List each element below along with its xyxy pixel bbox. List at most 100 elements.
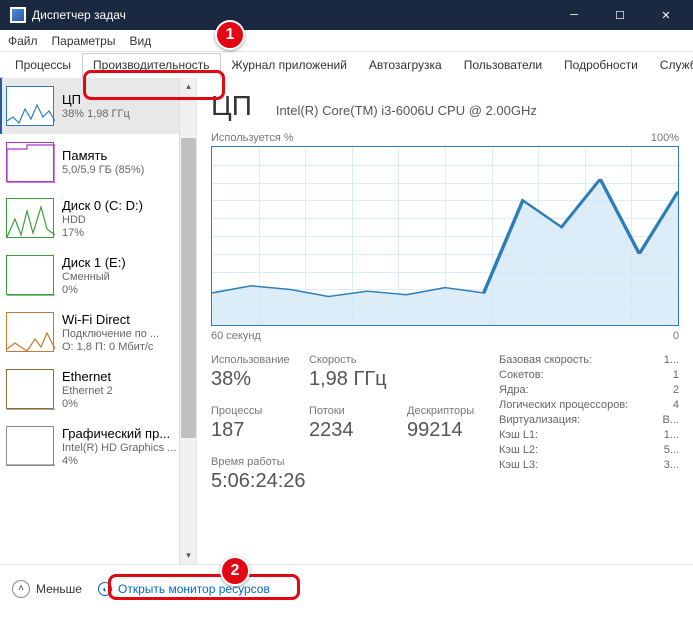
info-key: Логических процессоров: (499, 399, 628, 411)
sidebar-item-3[interactable]: Диск 1 (E:)Сменный0% (0, 247, 196, 304)
sidebar-item-sub2: 4% (62, 455, 176, 467)
open-resource-monitor-label: Открыть монитор ресурсов (118, 582, 270, 596)
cpu-model: Intel(R) Core(TM) i3-6006U CPU @ 2.00GHz (276, 103, 537, 118)
tab-details[interactable]: Подробности (553, 53, 649, 78)
sidebar-item-title: Память (62, 148, 144, 163)
stat-label: Процессы (211, 405, 291, 417)
sidebar-mini-chart (6, 198, 54, 238)
chart-label-right: 100% (651, 132, 679, 144)
info-key: Базовая скорость: (499, 354, 592, 366)
sidebar-item-sub: Сменный (62, 271, 126, 283)
info-value: 5... (664, 444, 679, 456)
sidebar-item-sub2: О: 1,8 П: 0 Мбит/с (62, 341, 159, 353)
stat-value: 99214 (407, 419, 487, 442)
sidebar-item-title: Диск 1 (E:) (62, 255, 126, 270)
sidebar-item-2[interactable]: Диск 0 (C: D:)HDD17% (0, 190, 196, 247)
scroll-thumb[interactable] (181, 138, 196, 438)
menubar: Файл Параметры Вид (0, 30, 693, 52)
sidebar: ЦП38% 1,98 ГГцПамять5,0/5,9 ГБ (85%)Диск… (0, 78, 197, 564)
annotation-badge-1: 1 (215, 20, 245, 50)
stat-label: Скорость (309, 354, 389, 366)
stat: Процессы 187 (211, 405, 291, 442)
info-value: 2 (673, 384, 679, 396)
sidebar-item-title: Wi-Fi Direct (62, 312, 159, 327)
maximize-button[interactable]: ☐ (597, 0, 643, 30)
tab-app-history[interactable]: Журнал приложений (221, 53, 358, 78)
sidebar-item-1[interactable]: Память5,0/5,9 ГБ (85%) (0, 134, 196, 190)
scroll-down-icon[interactable]: ▾ (181, 547, 196, 564)
info-key: Виртуализация: (499, 414, 580, 426)
sidebar-mini-chart (6, 86, 54, 126)
sidebar-item-6[interactable]: Графический пр...Intel(R) HD Graphics ..… (0, 418, 196, 475)
info-value: В... (662, 414, 679, 426)
tab-processes[interactable]: Процессы (4, 53, 82, 78)
stat: Использование38% (211, 354, 291, 391)
sidebar-mini-chart (6, 142, 54, 182)
sidebar-item-sub2: 0% (62, 398, 113, 410)
stat: Скорость 1,98 ГГц (309, 354, 389, 391)
sidebar-mini-chart (6, 369, 54, 409)
sidebar-mini-chart (6, 426, 54, 466)
info-row: Кэш L1: 1... (499, 429, 679, 441)
uptime-label: Время работы (211, 456, 487, 468)
sidebar-item-sub2: 17% (62, 227, 143, 239)
sidebar-scrollbar[interactable]: ▴ ▾ (179, 78, 196, 564)
fewer-details-label: Меньше (36, 582, 82, 596)
sidebar-item-title: ЦП (62, 92, 130, 107)
info-value: 1... (664, 429, 679, 441)
info-value: 1 (673, 369, 679, 381)
window-controls: ─ ☐ ✕ (551, 0, 689, 30)
stat-value: 187 (211, 419, 291, 442)
info-row: Виртуализация: В... (499, 414, 679, 426)
menu-options[interactable]: Параметры (52, 34, 116, 48)
stat-value: 1,98 ГГц (309, 368, 389, 391)
sidebar-item-sub: 38% 1,98 ГГц (62, 108, 130, 120)
sidebar-item-sub: Intel(R) HD Graphics ... (62, 442, 176, 454)
info-key: Кэш L1: (499, 429, 538, 441)
info-value: 3... (664, 459, 679, 471)
info-key: Кэш L3: (499, 459, 538, 471)
tab-services[interactable]: Службы (649, 53, 693, 78)
menu-file[interactable]: Файл (8, 34, 38, 48)
chart-bottom-left: 60 секунд (211, 330, 261, 342)
info-row: Логических процессоров: 4 (499, 399, 679, 411)
app-icon (10, 7, 26, 23)
tab-performance[interactable]: Производительность (82, 53, 220, 78)
open-resource-monitor-link[interactable]: ◐ Открыть монитор ресурсов (98, 582, 270, 596)
sidebar-item-title: Ethernet (62, 369, 113, 384)
sidebar-item-sub: HDD (62, 214, 143, 226)
info-value: 4 (673, 399, 679, 411)
stat-label: Дескрипторы (407, 405, 487, 417)
menu-view[interactable]: Вид (129, 34, 151, 48)
info-row: Кэш L2:5... (499, 444, 679, 456)
tab-users[interactable]: Пользователи (453, 53, 553, 78)
stat: Потоки 2234 (309, 405, 389, 442)
info-key: Ядра: (499, 384, 529, 396)
minimize-button[interactable]: ─ (551, 0, 597, 30)
close-button[interactable]: ✕ (643, 0, 689, 30)
sidebar-item-4[interactable]: Wi-Fi DirectПодключение по ...О: 1,8 П: … (0, 304, 196, 361)
sidebar-mini-chart (6, 312, 54, 352)
stat-value: 2234 (309, 419, 389, 442)
monitor-icon: ◐ (96, 580, 114, 598)
main-title: ЦП (211, 90, 252, 122)
titlebar: Диспетчер задач ─ ☐ ✕ (0, 0, 693, 30)
sidebar-item-5[interactable]: EthernetEthernet 20% (0, 361, 196, 418)
sidebar-item-sub: 5,0/5,9 ГБ (85%) (62, 164, 144, 176)
sidebar-item-title: Графический пр... (62, 426, 176, 441)
fewer-details-button[interactable]: ˄ Меньше (12, 580, 82, 598)
tab-startup[interactable]: Автозагрузка (358, 53, 453, 78)
info-row: Базовая скорость:1... (499, 354, 679, 366)
chart-label-left: Используется % (211, 132, 294, 144)
chart-bottom-right: 0 (673, 330, 679, 342)
stat-label: Потоки (309, 405, 389, 417)
sidebar-mini-chart (6, 255, 54, 295)
scroll-up-icon[interactable]: ▴ (181, 78, 196, 95)
sidebar-item-0[interactable]: ЦП38% 1,98 ГГц (0, 78, 196, 134)
sidebar-item-sub: Подключение по ... (62, 328, 159, 340)
sidebar-item-sub2: 0% (62, 284, 126, 296)
info-row: Сокетов:1 (499, 369, 679, 381)
sidebar-item-sub: Ethernet 2 (62, 385, 113, 397)
footer: ˄ Меньше ◐ Открыть монитор ресурсов (0, 564, 693, 612)
stat-label: Использование (211, 354, 291, 366)
